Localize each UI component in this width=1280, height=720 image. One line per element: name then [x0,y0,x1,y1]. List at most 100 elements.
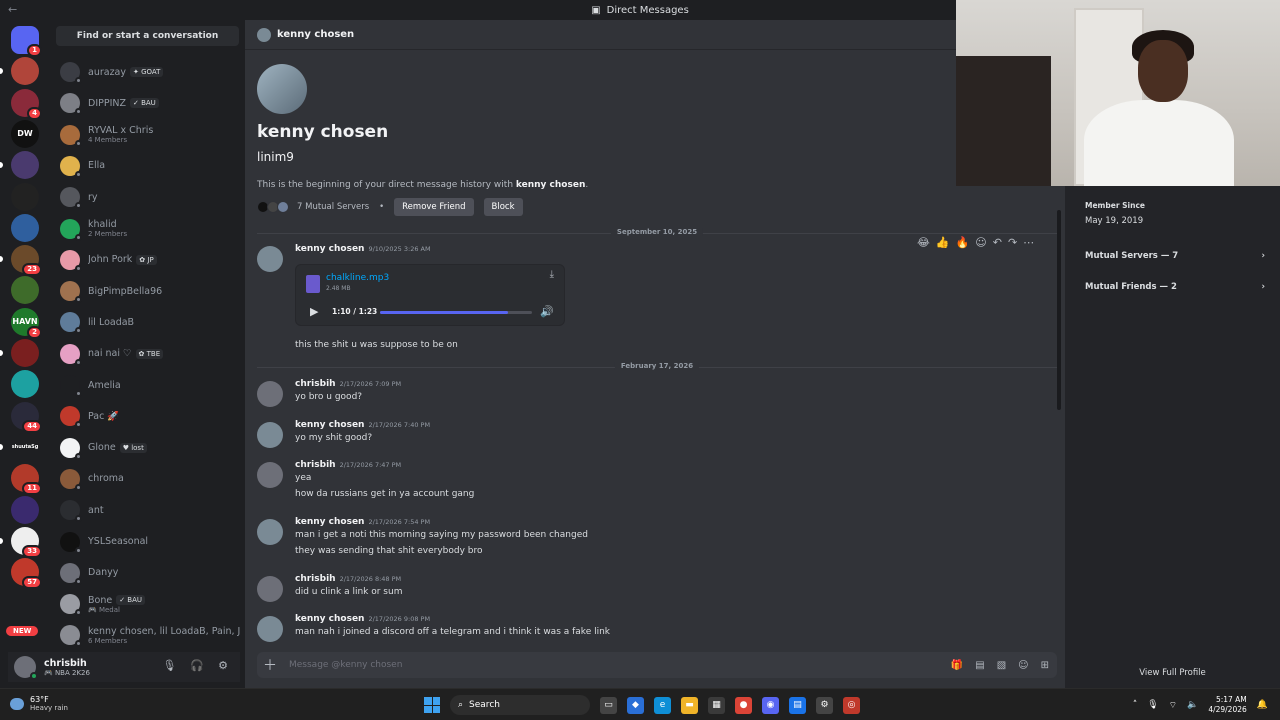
message-avatar[interactable] [257,616,283,642]
user-avatar[interactable] [14,656,38,680]
intro-actions: 7 Mutual Servers • Remove Friend Block [257,198,1037,216]
remove-friend-button[interactable]: Remove Friend [394,198,474,216]
message-avatar[interactable] [257,381,283,407]
dm-item[interactable]: RYVAL x Chris 4 Members [60,121,240,149]
volume-tray-icon[interactable]: 🔈 [1187,700,1198,710]
server-icon[interactable]: 1 [11,26,42,57]
attachment-filename[interactable]: chalkline.mp3 [326,273,389,283]
dm-item[interactable]: kenny chosen, lil LoadaB, Pain, J... 6 Me… [60,621,240,649]
obs-icon[interactable]: ◎ [843,696,860,714]
server-icon[interactable] [11,182,39,211]
message-avatar[interactable] [257,246,283,272]
gift-icon[interactable]: 🎁 [951,660,963,671]
settings-gear-icon[interactable]: ⚙ [218,659,228,672]
copilot-icon[interactable]: ◆ [627,696,644,714]
server-icon[interactable] [11,370,39,399]
add-attachment-icon[interactable]: ＋ [257,655,283,675]
wifi-icon[interactable]: ⌔ [1169,700,1177,711]
task-view-icon[interactable]: ▭ [600,696,617,714]
dm-item[interactable]: BigPimpBella96 [60,277,240,305]
mention-badge: 23 [22,263,42,277]
message-input[interactable]: Message @kenny chosen [283,660,951,670]
server-icon[interactable]: 57 [11,558,42,590]
gif-icon[interactable]: ▤ [975,660,984,671]
message-avatar[interactable] [257,576,283,602]
windows-start-icon[interactable] [424,697,440,713]
settings-icon[interactable]: ⚙ [816,696,833,714]
message-avatar[interactable] [257,462,283,488]
block-button[interactable]: Block [483,198,523,216]
dm-item[interactable]: YSLSeasonal [60,528,240,556]
chrome-icon[interactable]: ● [735,696,752,714]
mutual-servers-row[interactable]: Mutual Servers — 7 › [1085,251,1265,261]
dm-item[interactable]: lil LoadaB [60,308,240,336]
emoji-icon[interactable]: ☺ [1018,660,1028,671]
apps-icon[interactable]: ⊞ [1041,660,1049,671]
mutual-servers-link[interactable]: 7 Mutual Servers [297,202,369,212]
profile-avatar[interactable] [257,64,307,114]
dm-item[interactable]: Bone ✓ BAU 🎮 Medal [60,590,240,618]
clock[interactable]: 5:17 AM 4/29/2026 [1208,695,1246,715]
sticker-icon[interactable]: ▧ [997,660,1006,671]
mutual-friends-row[interactable]: Mutual Friends — 2 › [1085,282,1265,292]
server-icon[interactable]: 23 [11,245,42,277]
server-icon[interactable] [11,339,39,367]
message-avatar[interactable] [257,519,283,545]
weather-widget[interactable]: 63°F Heavy rain [10,695,68,712]
dm-item[interactable]: DIPPINZ ✓ BAU [60,89,240,117]
mention-badge: 2 [27,325,42,339]
message-author[interactable]: chrisbih [295,379,336,389]
dm-item[interactable]: Ella [60,152,240,180]
chevron-up-icon[interactable]: ˄ [1133,700,1138,710]
find-conversation-button[interactable]: Find or start a conversation [56,26,239,46]
dm-item[interactable]: ant [60,496,240,524]
message-author[interactable]: kenny chosen [295,244,364,254]
file-explorer-icon[interactable]: ▬ [681,696,698,714]
volume-icon[interactable]: 🔊 [540,305,554,318]
edge-icon[interactable]: e [654,696,671,714]
server-icon[interactable] [11,276,39,305]
play-icon[interactable]: ▶ [310,305,318,318]
server-icon[interactable]: shuutaSg [11,432,39,461]
message-author[interactable]: chrisbih [295,574,336,584]
dm-item[interactable]: chroma [60,465,240,493]
mic-tray-icon[interactable]: 🎙 [1147,700,1158,710]
taskbar-search[interactable]: ⌕ Search [450,695,590,715]
message-avatar[interactable] [257,422,283,448]
server-icon[interactable]: 33 [11,526,42,558]
dm-item[interactable]: Pac 🚀 [60,402,240,430]
dm-item[interactable]: khalid 2 Members [60,215,240,243]
chat-scrollbar[interactable] [1057,210,1061,410]
notification-bell-icon[interactable]: 🔔 [1257,700,1268,710]
dm-item[interactable]: John Pork ✿ JP [60,246,240,274]
back-arrow-icon[interactable]: ← [8,3,17,16]
discord-icon[interactable]: ◉ [762,696,779,714]
server-icon[interactable]: DW [11,119,39,148]
dm-item[interactable]: Glone ♥ lost [60,434,240,462]
dm-item[interactable]: nai nai ♡ ✿ TBE [60,340,240,368]
headphones-icon[interactable]: 🎧 [190,659,204,672]
message-author[interactable]: kenny chosen [295,420,364,430]
server-icon[interactable]: 4 [11,88,42,120]
message-author[interactable]: chrisbih [295,460,336,470]
audio-progress-bar[interactable] [380,311,532,314]
dm-item[interactable]: aurazay ✦ GOAT [60,58,240,86]
dm-item[interactable]: Danyy [60,559,240,587]
message-author[interactable]: kenny chosen [295,614,364,624]
download-icon[interactable]: ⤓ [550,269,554,280]
notes-icon[interactable]: ▤ [789,696,806,714]
message-author[interactable]: kenny chosen [295,517,364,527]
dm-item[interactable]: Amelia [60,371,240,399]
dm-item[interactable]: ry [60,183,240,211]
server-icon[interactable]: 44 [11,401,42,433]
view-full-profile-link[interactable]: View Full Profile [1065,668,1280,678]
server-icon[interactable]: HAVN 2 [11,307,42,339]
microphone-icon[interactable]: 🎙 [162,659,176,672]
dm-avatar [60,155,82,178]
server-icon[interactable] [11,57,39,86]
server-icon[interactable] [11,213,39,242]
server-icon[interactable] [11,495,39,524]
server-icon[interactable] [11,151,39,180]
server-icon[interactable]: 11 [11,464,42,496]
store-icon[interactable]: ▦ [708,696,725,714]
